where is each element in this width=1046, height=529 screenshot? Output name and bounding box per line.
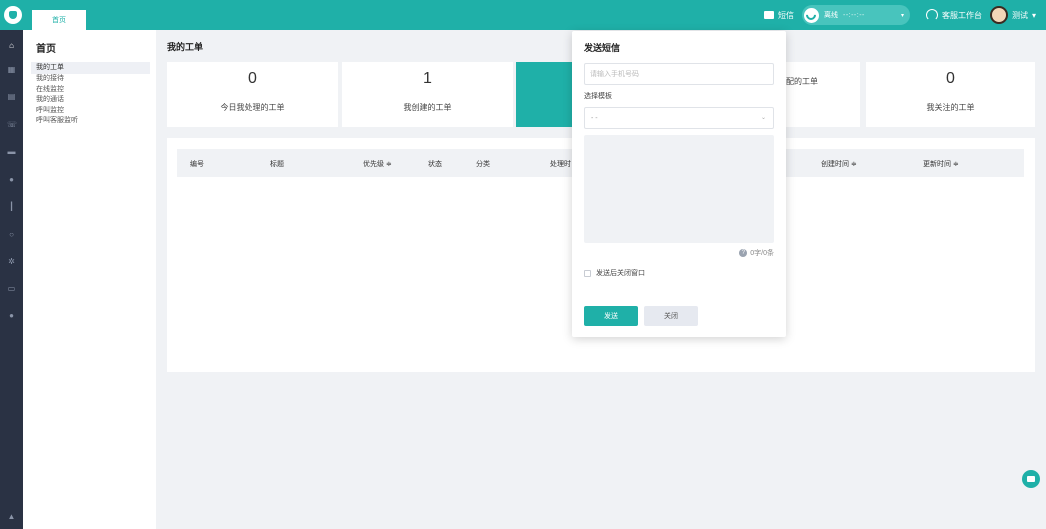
workbench-label: 客服工作台	[941, 10, 982, 20]
question-icon: ?	[739, 249, 748, 257]
chevron-down-icon: ▾	[900, 12, 904, 19]
phone-icon[interactable]: ☏	[7, 120, 17, 129]
logo-icon	[4, 6, 22, 24]
stat-value: 1	[423, 70, 432, 87]
stat-label: 配的工单	[786, 77, 818, 86]
phone-icon	[803, 7, 819, 23]
user-menu[interactable]: 测试 ▾	[989, 6, 1036, 24]
col-updated[interactable]: 更新时间 ≑	[923, 159, 959, 169]
stat-card-assigned[interactable]: 配的工单	[786, 62, 860, 127]
home-icon[interactable]: ⌂	[7, 41, 16, 50]
icon-sidebar: ⌂ ▦ ▤ ☏ ▬ ● ┃ ○ ✲ ▭ ● ▲	[0, 30, 23, 529]
phone-input[interactable]	[584, 63, 774, 85]
submenu-item-my-calls[interactable]: 我的通话	[31, 95, 150, 106]
send-sms-dialog: 发送短信 选择模板 - - ⌄ ? 0字/0条 发送后关闭窗口 发送 关闭	[572, 31, 786, 337]
sub-menu: 首页 我的工单 我的接待 在线监控 我的通话 呼叫监控 呼叫客服监听	[23, 30, 156, 529]
close-after-label: 发送后关闭窗口	[596, 270, 645, 277]
close-after-checkbox[interactable]	[584, 269, 591, 277]
stat-card-followed[interactable]: 0 我关注的工单	[866, 62, 1035, 127]
workbench-button[interactable]: 客服工作台	[925, 9, 982, 21]
sms-content-textarea[interactable]	[584, 135, 774, 243]
sms-button[interactable]: 短信	[763, 10, 794, 21]
bottom-icon[interactable]: ▲	[7, 512, 16, 521]
page-title: 我的工单	[167, 42, 204, 52]
submenu-item-my-tickets[interactable]: 我的工单	[31, 62, 150, 74]
dialog-title: 发送短信	[584, 43, 621, 53]
doc-icon[interactable]: ▤	[7, 92, 16, 101]
message-icon	[763, 11, 774, 19]
info-icon[interactable]: ●	[7, 311, 16, 320]
submenu-item-call-monitor[interactable]: 呼叫监控	[31, 106, 150, 117]
stat-value: 0	[248, 70, 257, 87]
chevron-down-icon: ⌄	[760, 115, 766, 121]
col-handler: 处理时	[550, 161, 571, 168]
close-button[interactable]: 关闭	[644, 306, 698, 326]
stat-label: 今日我处理的工单	[220, 103, 285, 112]
submenu-item-my-reception[interactable]: 我的接待	[31, 74, 150, 85]
chat-icon[interactable]: ▬	[7, 147, 16, 156]
col-id: 编号	[190, 161, 204, 168]
template-label: 选择模板	[584, 93, 612, 100]
user-name: 测试	[1011, 10, 1028, 20]
wallet-icon[interactable]: ▭	[7, 284, 16, 293]
col-title: 标题	[270, 161, 284, 168]
call-timer: --:--:--	[842, 11, 865, 19]
stat-label: 我创建的工单	[403, 103, 452, 112]
counter-text: 0字/0条	[750, 250, 774, 257]
col-priority[interactable]: 优先级 ≑	[363, 159, 392, 169]
call-status-dropdown[interactable]: 离线 --:--:-- ▾	[801, 5, 910, 25]
settings-icon[interactable]: ✲	[7, 257, 16, 266]
tab-home[interactable]: 首页	[32, 10, 86, 30]
submenu-title: 首页	[36, 44, 56, 55]
top-right-controls: 短信 离线 --:--:-- ▾ 客服工作台 测试 ▾	[763, 0, 1036, 30]
col-category: 分类	[476, 161, 490, 168]
stat-label: 我关注的工单	[926, 103, 975, 112]
submenu-item-online-monitor[interactable]: 在线监控	[31, 85, 150, 96]
submenu-item-call-listen[interactable]: 呼叫客服监听	[31, 116, 150, 127]
grid-icon[interactable]: ▦	[7, 65, 16, 74]
chevron-down-icon: ▾	[1031, 10, 1036, 20]
search-icon[interactable]: ○	[7, 230, 16, 239]
stat-card-active[interactable]	[516, 62, 573, 127]
close-after-send-option[interactable]: 发送后关闭窗口	[584, 268, 645, 278]
chart-icon[interactable]: ┃	[7, 202, 16, 211]
template-value: - -	[591, 115, 598, 122]
status-label: 离线	[823, 12, 838, 19]
stat-card-created[interactable]: 1 我创建的工单	[342, 62, 513, 127]
col-status: 状态	[428, 161, 442, 168]
submenu-list: 我的工单 我的接待 在线监控 我的通话 呼叫监控 呼叫客服监听	[31, 62, 150, 127]
stat-card-today[interactable]: 0 今日我处理的工单	[167, 62, 338, 127]
col-created[interactable]: 创建时间 ≑	[821, 159, 857, 169]
template-select[interactable]: - - ⌄	[584, 107, 774, 129]
avatar	[989, 6, 1008, 24]
stat-value: 0	[946, 70, 955, 87]
headset-icon	[925, 9, 938, 21]
char-counter: ? 0字/0条	[739, 248, 774, 258]
top-bar: 首页 短信 离线 --:--:-- ▾ 客服工作台 测试 ▾	[0, 0, 1046, 30]
send-button[interactable]: 发送	[584, 306, 638, 326]
user-icon[interactable]: ●	[7, 175, 16, 184]
sms-label: 短信	[777, 10, 794, 20]
chat-float-button[interactable]	[1022, 470, 1040, 488]
